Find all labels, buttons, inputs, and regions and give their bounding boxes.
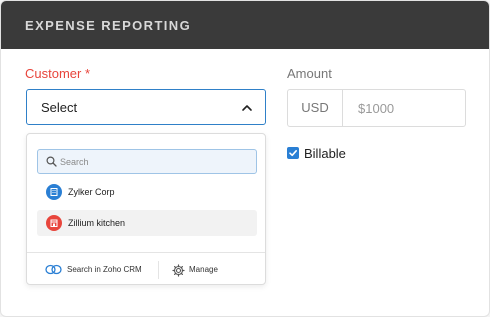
amount-input[interactable] bbox=[344, 90, 464, 126]
dropdown-option[interactable]: Zillium kitchen bbox=[37, 210, 257, 236]
search-icon bbox=[46, 156, 57, 167]
store-icon bbox=[46, 215, 62, 231]
checkbox-checked-icon bbox=[287, 147, 299, 159]
manage-label: Manage bbox=[189, 265, 218, 274]
amount-label: Amount bbox=[287, 66, 332, 81]
customer-label: Customer * bbox=[25, 66, 91, 81]
option-label: Zillium kitchen bbox=[68, 218, 126, 228]
customer-select[interactable]: Select bbox=[26, 89, 266, 125]
billable-label: Billable bbox=[304, 146, 346, 161]
header-bar: EXPENSE REPORTING bbox=[1, 1, 489, 49]
currency-code: USD bbox=[288, 90, 343, 126]
manage-button[interactable]: Manage bbox=[172, 262, 232, 278]
chevron-up-icon bbox=[240, 101, 254, 115]
customer-dropdown: Zylker Corp Zillium kitchen Search in Zo… bbox=[26, 133, 266, 285]
crm-link-icon bbox=[45, 264, 62, 275]
customer-select-value: Select bbox=[41, 100, 78, 115]
crm-label: Search in Zoho CRM bbox=[67, 265, 142, 274]
gear-icon bbox=[172, 264, 185, 277]
building-icon bbox=[46, 184, 62, 200]
divider bbox=[158, 261, 159, 279]
page-title: EXPENSE REPORTING bbox=[25, 18, 192, 33]
option-label: Zylker Corp bbox=[68, 187, 115, 197]
dropdown-option[interactable]: Zylker Corp bbox=[37, 179, 257, 205]
amount-field: USD bbox=[287, 89, 466, 127]
search-in-crm-button[interactable]: Search in Zoho CRM bbox=[45, 262, 151, 278]
expense-card: EXPENSE REPORTING Customer * Amount Sele… bbox=[0, 0, 490, 317]
dropdown-search bbox=[37, 149, 257, 174]
divider bbox=[27, 252, 265, 253]
dropdown-search-input[interactable] bbox=[60, 150, 250, 173]
